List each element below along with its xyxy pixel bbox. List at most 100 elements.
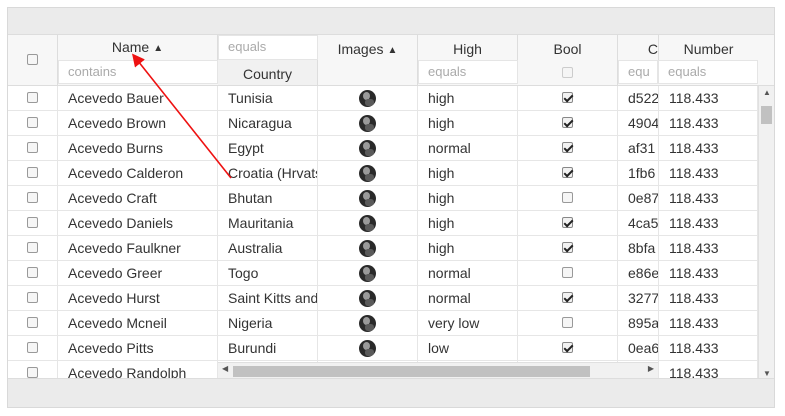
table-row[interactable]: Acevedo Pitts Burundi low 0ea6 118.433	[8, 336, 758, 361]
country-cell: Croatia (Hrvatska)	[218, 161, 318, 185]
code-cell: 8bfa	[628, 240, 656, 256]
image-cell	[318, 311, 418, 335]
row-select-checkbox[interactable]	[27, 92, 38, 103]
number-cell: 118.433	[658, 136, 758, 160]
column-header-high[interactable]: High	[418, 35, 518, 60]
code-cell: 0ea6	[628, 340, 658, 356]
horizontal-scrollbar[interactable]: ◀ ▶	[218, 362, 658, 379]
number-cell: 118.433	[658, 311, 758, 335]
bool-checkbox[interactable]	[562, 167, 573, 178]
bool-filter-cell	[518, 60, 618, 85]
grid-bottom-bar	[8, 378, 774, 407]
table-row[interactable]: Acevedo Greer Togo normal e86e 118.433	[8, 261, 758, 286]
high-cell: high	[418, 111, 518, 135]
number-cell: 118.433	[658, 161, 758, 185]
table-row[interactable]: Acevedo Craft Bhutan high 0e87 118.433	[8, 186, 758, 211]
name-filter-input[interactable]: contains	[58, 60, 218, 84]
high-cell: high	[418, 161, 518, 185]
select-all-checkbox[interactable]	[27, 54, 38, 65]
table-row[interactable]: Acevedo Bauer Tunisia high d522 118.433	[8, 86, 758, 111]
grid-top-bar	[8, 8, 774, 35]
partial-filter-input[interactable]: equ	[618, 60, 658, 84]
vertical-scrollbar[interactable]: ▲ ▼	[758, 86, 774, 380]
table-row[interactable]: Acevedo Faulkner Australia high 8bfa 118.433	[8, 236, 758, 261]
row-select-checkbox[interactable]	[27, 217, 38, 228]
column-header-partial[interactable]: C	[618, 35, 658, 60]
bool-checkbox[interactable]	[562, 292, 573, 303]
row-select-checkbox[interactable]	[27, 242, 38, 253]
scroll-down-icon[interactable]: ▼	[763, 369, 771, 378]
bool-cell	[518, 186, 618, 210]
column-bool-label: Bool	[553, 41, 582, 57]
row-select-checkbox[interactable]	[27, 167, 38, 178]
code-cell: 4ca5	[628, 215, 658, 231]
bool-checkbox[interactable]	[562, 317, 573, 328]
row-select-checkbox[interactable]	[27, 192, 38, 203]
country-cell: Mauritania	[218, 211, 318, 235]
avatar-icon	[359, 265, 376, 282]
column-header-country[interactable]: Country	[218, 60, 318, 85]
number-filter-input[interactable]: equals	[658, 60, 758, 84]
scroll-left-icon[interactable]: ◀	[222, 364, 228, 373]
column-header-bool[interactable]: Bool	[518, 35, 618, 60]
country-cell: Nigeria	[218, 311, 318, 335]
horizontal-scroll-thumb[interactable]	[233, 366, 590, 377]
number-cell: 118.433	[658, 86, 758, 110]
vertical-scroll-thumb[interactable]	[761, 106, 772, 124]
scroll-up-icon[interactable]: ▲	[763, 88, 771, 97]
bool-checkbox[interactable]	[562, 342, 573, 353]
row-select-checkbox[interactable]	[27, 367, 38, 378]
column-header-number[interactable]: Number	[658, 35, 758, 60]
high-cell: high	[418, 236, 518, 260]
bool-checkbox[interactable]	[562, 142, 573, 153]
row-select-checkbox[interactable]	[27, 117, 38, 128]
bool-cell	[518, 286, 618, 310]
name-cell: Acevedo Greer	[58, 261, 218, 285]
column-high-label: High	[453, 41, 482, 57]
row-select-cell	[8, 186, 58, 210]
row-select-checkbox[interactable]	[27, 317, 38, 328]
number-cell: 118.433	[658, 111, 758, 135]
bool-checkbox[interactable]	[562, 217, 573, 228]
high-cell: high	[418, 211, 518, 235]
row-select-checkbox[interactable]	[27, 292, 38, 303]
bool-checkbox[interactable]	[562, 267, 573, 278]
name-cell: Acevedo Bauer	[58, 86, 218, 110]
table-row[interactable]: Acevedo Daniels Mauritania high 4ca5 118.433	[8, 211, 758, 236]
table-row[interactable]: Acevedo Burns Egypt normal af31 118.433	[8, 136, 758, 161]
bool-cell	[518, 261, 618, 285]
row-select-checkbox[interactable]	[27, 142, 38, 153]
country-filter-placeholder: equals	[228, 39, 267, 54]
high-cell: low	[418, 336, 518, 360]
row-select-cell	[8, 136, 58, 160]
bool-cell	[518, 161, 618, 185]
table-row[interactable]: Acevedo CalderonCroatia (Hrvatska) high 1f…	[8, 161, 758, 186]
row-select-checkbox[interactable]	[27, 267, 38, 278]
image-cell	[318, 86, 418, 110]
bool-cell	[518, 136, 618, 160]
country-filter-input[interactable]: equals	[218, 35, 318, 60]
country-cell: Bhutan	[218, 186, 318, 210]
bool-filter-checkbox[interactable]	[562, 67, 573, 78]
column-header-images[interactable]: Images ▲	[318, 35, 418, 85]
table-row[interactable]: Acevedo Brown Nicaragua high 4904 118.433	[8, 111, 758, 136]
bool-checkbox[interactable]	[562, 192, 573, 203]
bool-checkbox[interactable]	[562, 242, 573, 253]
bool-checkbox[interactable]	[562, 117, 573, 128]
image-cell	[318, 336, 418, 360]
number-cell: 118.433	[658, 236, 758, 260]
table-row[interactable]: Acevedo HurstSaint Kitts and Nevis normal…	[8, 286, 758, 311]
image-cell	[318, 136, 418, 160]
high-filter-input[interactable]: equals	[418, 60, 518, 84]
table-row[interactable]: Acevedo Mcneil Nigeria very low 895a 118.433	[8, 311, 758, 336]
row-select-checkbox[interactable]	[27, 342, 38, 353]
country-cell: Egypt	[218, 136, 318, 160]
bool-cell	[518, 111, 618, 135]
bool-cell	[518, 311, 618, 335]
column-header-name[interactable]: Name ▲	[58, 35, 218, 60]
row-select-cell	[8, 261, 58, 285]
bool-checkbox[interactable]	[562, 92, 573, 103]
scroll-right-icon[interactable]: ▶	[648, 364, 654, 373]
number-filter-placeholder: equals	[668, 64, 707, 79]
avatar-icon	[359, 115, 376, 132]
